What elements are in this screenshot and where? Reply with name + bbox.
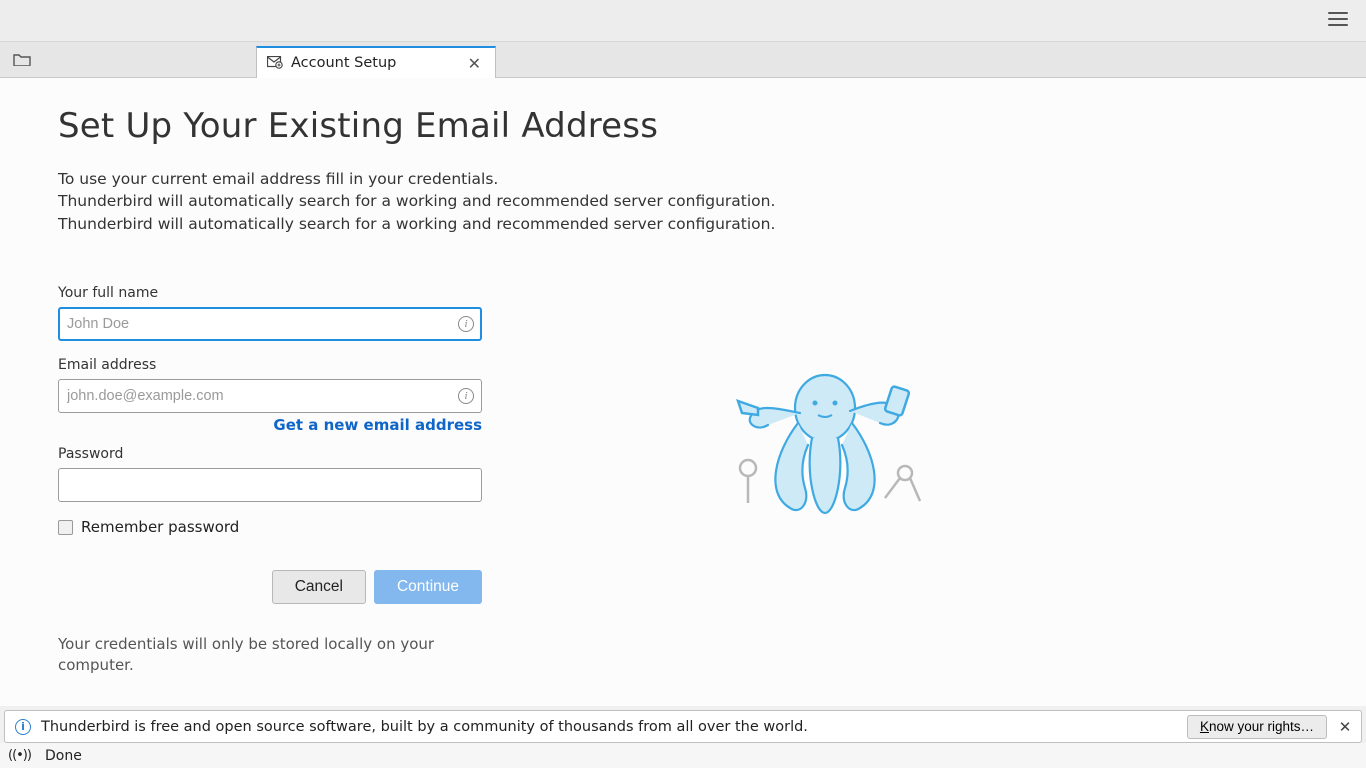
know-your-rights-button[interactable]: Know your rights… xyxy=(1187,715,1327,739)
status-text: Done xyxy=(45,748,82,764)
tab-strip: Account Setup ✕ xyxy=(0,42,1366,78)
content-area: Set Up Your Existing Email Address To us… xyxy=(0,78,1366,706)
mail-config-icon xyxy=(267,54,283,73)
network-status-icon[interactable]: ((•)) xyxy=(8,748,31,763)
info-icon[interactable]: i xyxy=(458,388,474,404)
close-tab-icon[interactable]: ✕ xyxy=(464,54,485,73)
intro-line-1: To use your current email address fill i… xyxy=(58,168,1366,190)
folder-pane-icon[interactable] xyxy=(8,45,36,73)
remember-password-label: Remember password xyxy=(81,518,239,536)
intro-line-2: Thunderbird will automatically search fo… xyxy=(58,190,1366,212)
notification-bar: i Thunderbird is free and open source so… xyxy=(4,710,1362,743)
intro-line-3: Thunderbird will automatically search fo… xyxy=(58,213,1366,235)
credentials-disclaimer: Your credentials will only be stored loc… xyxy=(58,634,438,676)
octopus-illustration xyxy=(720,353,930,533)
tab-account-setup[interactable]: Account Setup ✕ xyxy=(256,46,496,78)
continue-button[interactable]: Continue xyxy=(374,570,482,604)
info-icon: i xyxy=(15,719,31,735)
get-new-email-link[interactable]: Get a new email address xyxy=(273,416,482,434)
titlebar xyxy=(0,0,1366,42)
intro-text: To use your current email address fill i… xyxy=(58,168,1366,235)
notification-message: Thunderbird is free and open source soft… xyxy=(41,719,1187,735)
password-label: Password xyxy=(58,446,482,462)
page-title: Set Up Your Existing Email Address xyxy=(58,106,1366,146)
info-icon[interactable]: i xyxy=(458,316,474,332)
status-bar: ((•)) Done xyxy=(0,743,1366,768)
remember-password-checkbox[interactable] xyxy=(58,520,73,535)
name-label: Your full name xyxy=(58,285,482,301)
email-label: Email address xyxy=(58,357,482,373)
close-notification-icon[interactable]: ✕ xyxy=(1335,718,1355,736)
cancel-button[interactable]: Cancel xyxy=(272,570,366,604)
email-input[interactable] xyxy=(58,379,482,413)
account-form: Your full name i Email address i Get a n… xyxy=(58,285,482,676)
password-input[interactable] xyxy=(58,468,482,502)
hamburger-menu-icon[interactable] xyxy=(1328,12,1348,28)
full-name-input[interactable] xyxy=(58,307,482,341)
tab-label: Account Setup xyxy=(291,55,464,71)
